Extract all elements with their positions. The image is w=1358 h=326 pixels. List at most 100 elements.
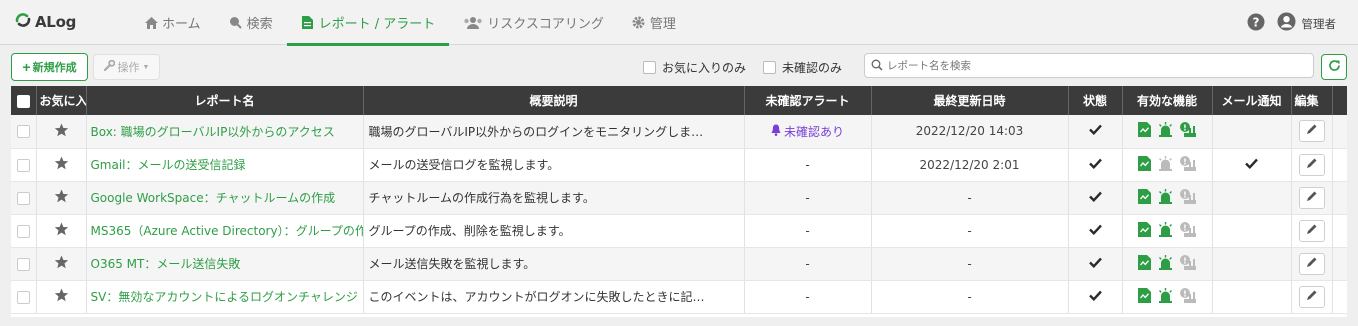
favorites-only-filter[interactable]: お気に入りのみ (643, 59, 746, 76)
header-right: ? 管理者 (1247, 12, 1336, 35)
favorite-cell (36, 148, 87, 182)
report-feature-icon[interactable] (1138, 155, 1151, 174)
new-report-button[interactable]: + 新規作成 (11, 53, 88, 81)
search-icon (871, 56, 883, 75)
nav-home[interactable]: ホーム (130, 0, 215, 45)
report-name-link[interactable]: SV：無効なアカウントによるログオンチャレンジ (86, 280, 364, 314)
edit-button[interactable] (1298, 186, 1325, 209)
svg-text:!: ! (1183, 256, 1187, 265)
col-report-name[interactable]: レポート名 (86, 86, 364, 115)
nav-report-alert[interactable]: レポート / アラート (286, 0, 450, 46)
refresh-button[interactable] (1321, 54, 1347, 80)
alert-feature-icon[interactable] (1158, 155, 1173, 174)
col-features[interactable]: 有効な機能 (1122, 86, 1213, 115)
favorite-cell (36, 214, 87, 248)
report-name-link[interactable]: MS365（Azure Active Directory）：グループの作成、削除 (86, 214, 364, 248)
mail-alert-feature-icon[interactable]: ! (1180, 254, 1196, 273)
report-feature-icon[interactable] (1138, 221, 1151, 240)
report-name-link[interactable]: Box: 職場のグローバルIP以外からのアクセス (86, 115, 364, 149)
col-unconfirmed-alert[interactable]: 未確認アラート (744, 86, 872, 115)
report-search-input[interactable] (887, 59, 1287, 72)
check-icon (1088, 191, 1102, 205)
mail-alert-feature-icon[interactable]: ! (1180, 221, 1196, 240)
unconfirmed-only-filter[interactable]: 未確認のみ (763, 59, 842, 76)
user-menu[interactable]: 管理者 (1277, 12, 1336, 35)
mail-alert-feature-icon[interactable]: ! (1180, 188, 1196, 207)
table-row[interactable]: Gmail：メールの送受信記録 メールの送受信ログを監視します。 - 2022/12/… (11, 148, 1347, 182)
new-report-label: 新規作成 (32, 62, 77, 74)
mail-notify-cell (1212, 280, 1292, 314)
row-select-cell (11, 115, 37, 149)
refresh-icon (1327, 58, 1342, 76)
features-cell: ! (1122, 181, 1213, 215)
nav-admin[interactable]: 管理 (618, 0, 690, 45)
star-icon[interactable] (54, 156, 69, 173)
report-feature-icon[interactable] (1138, 287, 1151, 306)
unconfirmed-alert-link[interactable]: 未確認あり (771, 123, 844, 140)
mail-alert-feature-icon[interactable]: ! (1180, 155, 1196, 174)
table-row[interactable]: Box: 職場のグローバルIP以外からのアクセス 職場のグローバルIP以外からのロ… (11, 115, 1347, 149)
alert-feature-icon[interactable] (1158, 188, 1173, 207)
table-row[interactable]: Google WorkSpace：チャットルームの作成 チャットルームの作成行為を… (11, 181, 1347, 215)
alert-value: 未確認あり (783, 124, 844, 139)
col-mail-notify[interactable]: メール通知 (1212, 86, 1292, 115)
alert-feature-icon[interactable] (1158, 221, 1173, 240)
report-icon (301, 16, 315, 30)
col-last-updated[interactable]: 最終更新日時 (871, 86, 1069, 115)
star-icon[interactable] (54, 189, 69, 206)
mail-notify-cell (1212, 148, 1292, 182)
report-feature-icon[interactable] (1138, 254, 1151, 273)
report-feature-icon[interactable] (1138, 122, 1151, 140)
col-favorite[interactable]: お気に入り (36, 86, 87, 115)
star-icon[interactable] (54, 222, 69, 239)
top-navbar: ALog ホーム 検索 レポート / アラート リスクスコアリング 管理 ? 管… (0, 0, 1358, 46)
edit-button[interactable] (1298, 285, 1325, 308)
help-icon[interactable]: ? (1247, 13, 1265, 35)
last-updated-cell: 2022/12/20 2:01 (871, 148, 1069, 182)
main-nav: ホーム 検索 レポート / アラート リスクスコアリング 管理 (130, 0, 690, 46)
report-name-link[interactable]: Gmail：メールの送受信記録 (86, 148, 364, 182)
alert-feature-icon[interactable] (1158, 122, 1173, 140)
table-row[interactable]: O365 MT：メール送信失敗 メール送信失敗を監視します。 - -! (11, 247, 1347, 281)
edit-button[interactable] (1298, 252, 1325, 275)
mail-alert-feature-icon[interactable]: ! (1180, 287, 1196, 306)
nav-search[interactable]: 検索 (215, 0, 287, 45)
description-cell: メールの送受信ログを監視します。 (363, 148, 745, 182)
favorites-only-label: お気に入りのみ (662, 61, 747, 75)
row-select-checkbox[interactable] (16, 257, 30, 271)
edit-button[interactable] (1298, 219, 1325, 242)
row-select-checkbox[interactable] (16, 224, 30, 238)
alert-feature-icon[interactable] (1158, 287, 1173, 306)
star-icon[interactable] (54, 288, 69, 305)
unconfirmed-only-checkbox[interactable] (763, 61, 776, 74)
row-select-checkbox[interactable] (16, 125, 30, 139)
plus-icon: + (22, 59, 31, 75)
col-spacer (1332, 86, 1347, 115)
row-select-checkbox[interactable] (16, 191, 30, 205)
table-row[interactable]: MS365（Azure Active Directory）：グループの作成、削除… (11, 214, 1347, 248)
table-row[interactable]: SV：無効なアカウントによるログオンチャレンジ このイベントは、アカウントがログオ… (11, 280, 1347, 314)
alert-feature-icon[interactable] (1158, 254, 1173, 273)
col-state[interactable]: 状態 (1068, 86, 1123, 115)
row-select-checkbox[interactable] (16, 290, 30, 304)
unconfirmed-alert-cell[interactable]: 未確認あり (744, 115, 872, 149)
favorites-only-checkbox[interactable] (643, 61, 656, 74)
check-icon (1245, 158, 1258, 172)
app-logo[interactable]: ALog (14, 11, 76, 33)
col-description[interactable]: 概要説明 (363, 86, 745, 115)
select-all-checkbox[interactable] (16, 94, 30, 108)
pencil-icon (1305, 157, 1318, 173)
row-select-checkbox[interactable] (16, 158, 30, 172)
nav-risk-scoring[interactable]: リスクスコアリング (449, 0, 618, 45)
mail-alert-feature-icon[interactable]: ! (1180, 122, 1196, 140)
report-name-link[interactable]: O365 MT：メール送信失敗 (86, 247, 364, 281)
edit-button[interactable] (1298, 153, 1325, 176)
edit-cell (1291, 181, 1333, 215)
report-name-link[interactable]: Google WorkSpace：チャットルームの作成 (86, 181, 364, 215)
report-feature-icon[interactable] (1138, 188, 1151, 207)
star-icon[interactable] (54, 123, 69, 140)
edit-button[interactable] (1298, 120, 1325, 143)
favorite-cell (36, 181, 87, 215)
star-icon[interactable] (54, 255, 69, 272)
operations-dropdown-button[interactable]: 操作 ▼ (93, 54, 160, 80)
